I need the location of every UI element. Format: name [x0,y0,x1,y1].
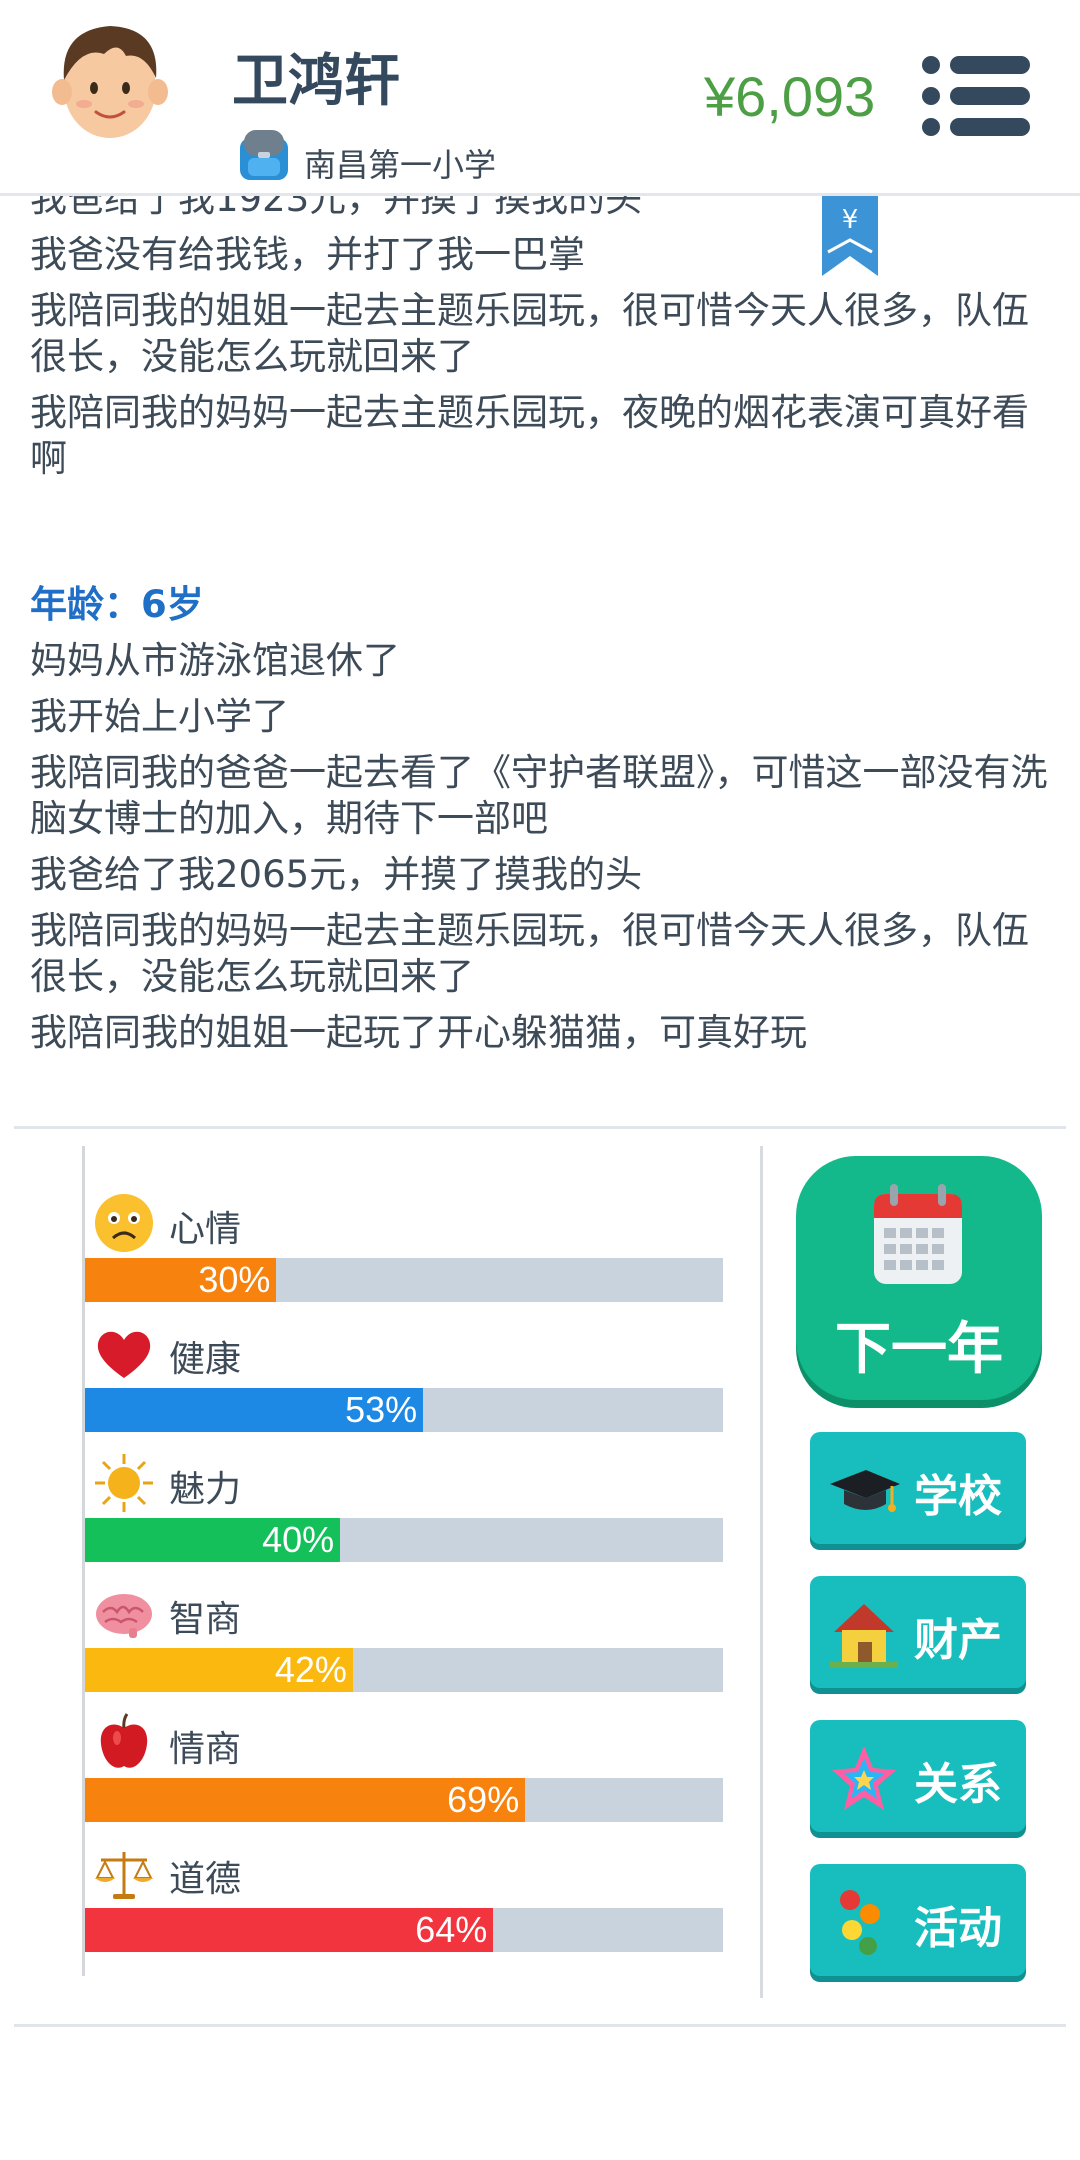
stat-value: 64% [415,1909,488,1950]
sad-face-icon [95,1194,153,1252]
stat-label: 魅力 [169,1469,242,1510]
stat-fill: 30% [85,1258,277,1302]
stat-eq: 情商 69% [85,1712,725,1842]
balloons-icon [840,1890,880,1955]
property-button-label: 财产 [914,1615,1002,1666]
log-entry: 我陪同我的姐姐一起玩了开心躲猫猫，可真好玩 [30,1011,807,1054]
brain-icon [96,1594,152,1638]
log-entry: 我爸给了我2065元，并摸了摸我的头 [30,853,643,896]
stat-fill: 53% [85,1388,424,1432]
school-bag-icon [240,130,288,180]
stat-value: 30% [198,1259,271,1300]
stat-bar: 53% [85,1388,723,1432]
stats-panel: 心情 30% 健康 53% 魅力 40% 智商 42% 情商 69% 道德 64… [82,1146,725,1976]
activities-button-label: 活动 [914,1903,1002,1954]
stat-fill: 40% [85,1518,341,1562]
log-entry: 我陪同我的姐姐一起去主题乐园玩，很可惜今天人很多，队伍很长，没能怎么玩就回来了 [30,289,1029,378]
stat-morality: 道德 64% [85,1842,725,1972]
divider [14,1126,1066,1129]
log-entry: 我陪同我的妈妈一起去主题乐园玩，夜晚的烟花表演可真好看啊 [30,391,1029,480]
stat-value: 69% [447,1779,520,1820]
stat-mood: 心情 30% [85,1192,725,1322]
log-entry: 妈妈从市游泳馆退休了 [30,639,400,682]
activities-button[interactable]: 活动 [810,1864,1026,1976]
stat-health: 健康 53% [85,1322,725,1452]
stat-bar: 42% [85,1648,723,1692]
calendar-icon [874,1184,962,1284]
stat-value: 40% [262,1519,335,1560]
log-entry: 我陪同我的妈妈一起去主题乐园玩，很可惜今天人很多，队伍很长，没能怎么玩就回来了 [30,909,1029,998]
log-entry: 我爸没有给我钱，并打了我一巴掌 [30,233,585,276]
log-entry: 我陪同我的爸爸一起去看了《守护者联盟》，可惜这一部没有洗脑女博士的加入，期待下一… [30,751,1048,840]
life-log[interactable]: ¥ 我爸给了我1923元，并摸了摸我的头 我爸没有给我钱，并打了我一巴掌 我陪同… [0,196,1080,1124]
stat-bar: 69% [85,1778,723,1822]
stat-label: 心情 [169,1209,242,1250]
menu-icon[interactable] [922,56,1030,136]
heart-icon [97,1331,151,1378]
stat-fill: 42% [85,1648,353,1692]
stat-bar: 64% [85,1908,723,1952]
relations-button-label: 关系 [914,1759,1002,1810]
star-icon [832,1746,896,1810]
stat-value: 53% [345,1389,418,1430]
svg-text:¥: ¥ [842,205,859,235]
relations-button[interactable]: 关系 [810,1720,1026,1832]
bookmark-icon[interactable]: ¥ [822,196,878,276]
app-header: 卫鸿轩 南昌第一小学 ¥6,093 [0,0,1080,196]
stat-value: 42% [274,1649,347,1690]
stat-label: 智商 [169,1599,242,1640]
log-entry: 我开始上小学了 [30,695,289,738]
stat-fill: 64% [85,1908,494,1952]
sun-icon [95,1454,153,1512]
stat-label: 情商 [169,1729,242,1770]
graduation-cap-icon [830,1470,900,1512]
school-button-label: 学校 [914,1471,1002,1522]
property-button[interactable]: 财产 [810,1576,1026,1688]
next-year-label: 下一年 [835,1317,1003,1382]
avatar[interactable] [48,16,172,144]
apple-icon [100,1713,148,1768]
stat-label: 健康 [169,1339,242,1380]
player-name: 卫鸿轩 [232,49,400,114]
next-year-button[interactable]: 下一年 [796,1156,1042,1400]
stat-iq: 智商 42% [85,1582,725,1712]
stat-label: 道德 [169,1859,242,1900]
house-icon [830,1604,898,1668]
school-name: 南昌第一小学 [304,146,497,184]
money-balance: ¥6,093 [704,65,876,128]
log-entries: 我爸给了我1923元，并摸了摸我的头 我爸没有给我钱，并打了我一巴掌 我陪同我的… [30,196,1050,1066]
log-entry: 我爸给了我1923元，并摸了摸我的头 [30,196,643,220]
stat-fill: 69% [85,1778,526,1822]
scales-icon [95,1852,153,1899]
stat-charm: 魅力 40% [85,1452,725,1582]
school-button[interactable]: 学校 [810,1432,1026,1544]
age-heading: 年龄：6岁 [30,583,204,626]
stat-bar: 40% [85,1518,723,1562]
divider [14,2024,1066,2027]
stat-bar: 30% [85,1258,723,1302]
panel-separator [760,1146,763,1998]
